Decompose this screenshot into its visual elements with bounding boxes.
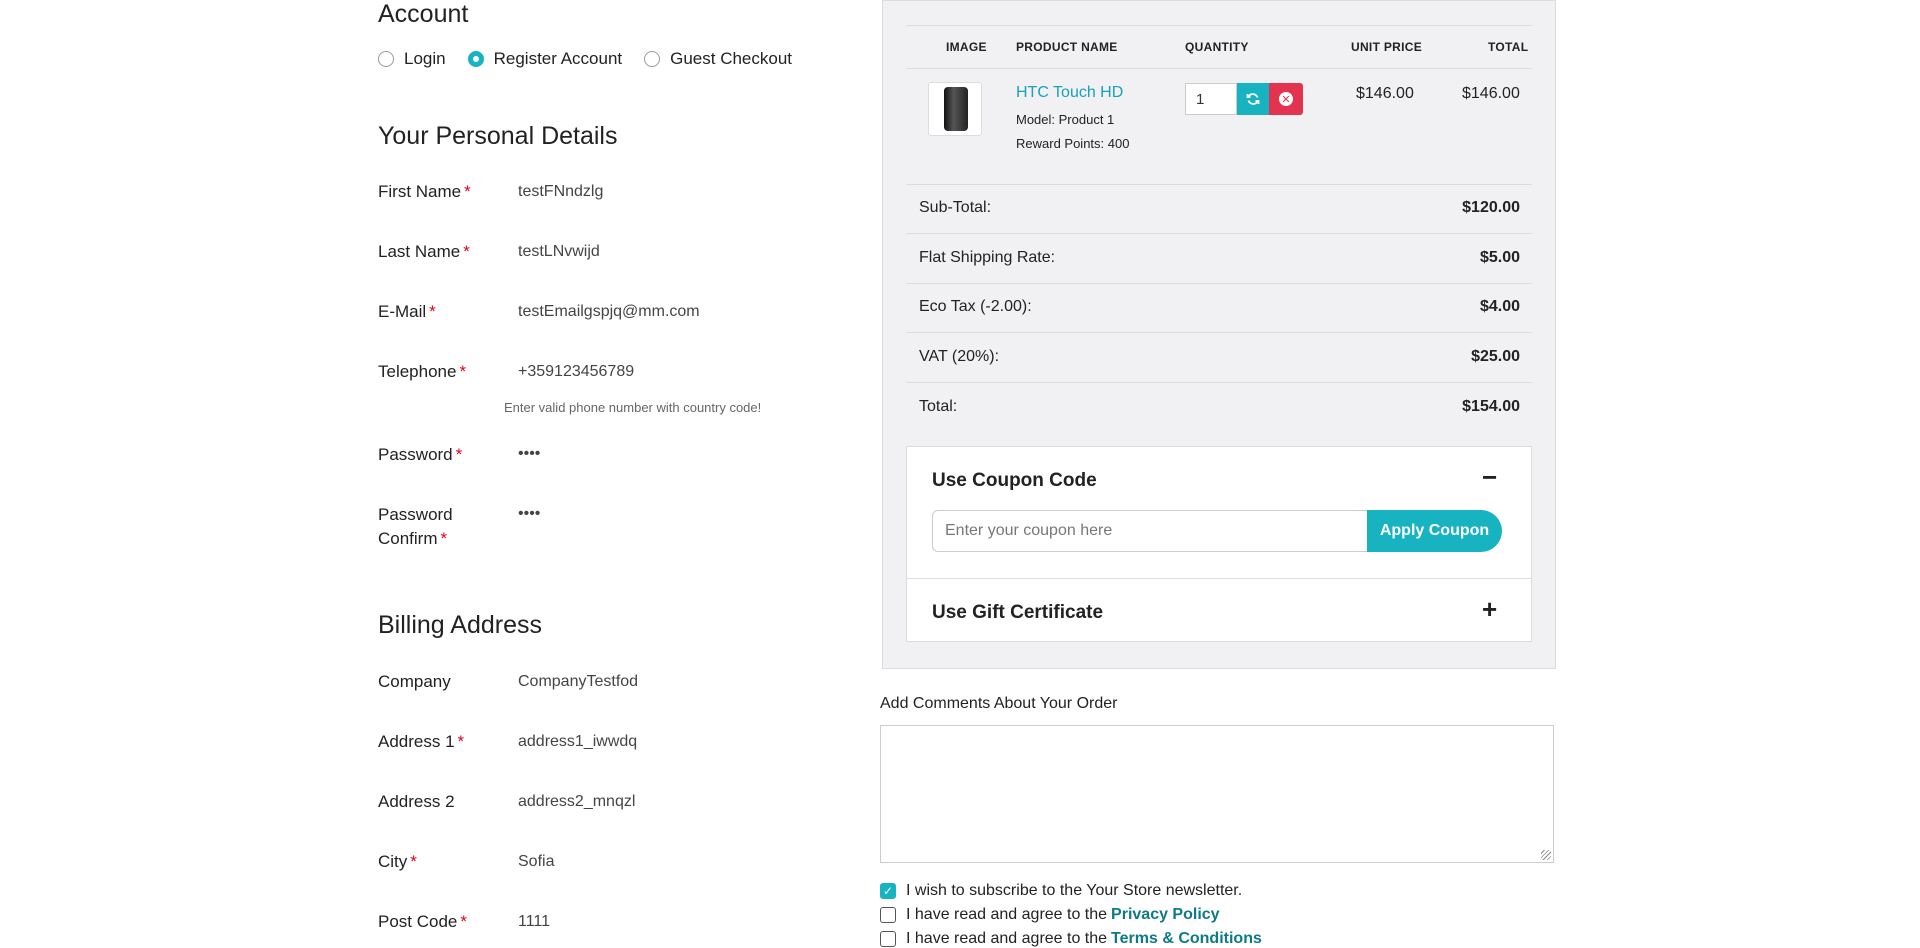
post-code-field[interactable]: 1111: [518, 913, 550, 931]
address1-label: Address 1 *: [378, 732, 465, 751]
product-model: Model: Product 1: [1016, 112, 1115, 127]
terms-checkbox[interactable]: [880, 931, 896, 947]
guest-checkout-radio-label[interactable]: Guest Checkout: [670, 49, 792, 69]
password-field[interactable]: ••••: [518, 445, 540, 463]
gift-certificate-accordion-title[interactable]: Use Gift Certificate: [932, 602, 1103, 624]
email-field[interactable]: testEmailgspjq@mm.com: [518, 303, 700, 321]
privacy-agreement: I have read and agree to the Privacy Pol…: [880, 906, 1220, 924]
last-name-label: Last Name *: [378, 242, 470, 261]
address2-label: Address 2: [378, 792, 455, 811]
first-name-label: First Name *: [378, 182, 471, 201]
eco-tax-label: Eco Tax (-2.00):: [919, 298, 1032, 315]
telephone-field[interactable]: +359123456789: [518, 363, 634, 381]
vat-label: VAT (20%):: [919, 348, 1000, 365]
unit-price-value: $146.00: [1356, 85, 1414, 102]
guest-checkout-radio[interactable]: [644, 51, 661, 67]
first-name-field[interactable]: testFNndzlg: [518, 183, 603, 201]
refresh-icon: [1246, 93, 1260, 105]
remove-item-button[interactable]: ✕: [1269, 83, 1303, 115]
privacy-checkbox[interactable]: [880, 907, 896, 923]
login-radio[interactable]: [378, 51, 394, 67]
coupon-input[interactable]: [932, 510, 1368, 552]
telephone-label: Telephone *: [378, 362, 467, 381]
update-quantity-button[interactable]: [1237, 83, 1269, 115]
address1-field[interactable]: address1_iwwdq: [518, 733, 637, 751]
account-title: Account: [378, 0, 469, 28]
row-divider: [906, 184, 1532, 185]
quantity-input[interactable]: [1185, 83, 1237, 115]
city-label: City *: [378, 852, 417, 871]
total-label: Total:: [919, 398, 958, 415]
product-thumbnail[interactable]: [928, 82, 982, 136]
billing-address-title: Billing Address: [378, 611, 542, 639]
newsletter-checkbox[interactable]: ✓: [880, 883, 896, 899]
product-reward-points: Reward Points: 400: [1016, 136, 1130, 151]
header-total: TOTAL: [1488, 40, 1529, 54]
vat-value: $25.00: [1471, 348, 1520, 365]
login-radio-label[interactable]: Login: [404, 49, 446, 69]
company-field[interactable]: CompanyTestfod: [518, 673, 638, 691]
email-label: E-Mail *: [378, 302, 436, 321]
row-divider: [906, 332, 1532, 333]
terms-text: I have read and agree to the: [906, 930, 1108, 947]
register-account-radio[interactable]: [467, 51, 484, 67]
password-confirm-label: Password Confirm *: [378, 505, 453, 548]
telephone-help-text: Enter valid phone number with country co…: [504, 400, 762, 415]
terms-conditions-link[interactable]: Terms & Conditions: [1111, 930, 1262, 948]
password-confirm-field[interactable]: ••••: [518, 505, 540, 523]
privacy-text: I have read and agree to the: [906, 906, 1108, 923]
subtotal-value: $120.00: [1462, 199, 1520, 216]
header-quantity: QUANTITY: [1185, 40, 1249, 54]
terms-agreement: I have read and agree to the Terms & Con…: [880, 930, 1262, 948]
row-divider: [906, 382, 1532, 383]
resize-handle-icon[interactable]: [1541, 850, 1551, 860]
shipping-label: Flat Shipping Rate:: [919, 249, 1056, 266]
last-name-field[interactable]: testLNvwijd: [518, 243, 600, 261]
phone-image: [944, 87, 968, 131]
collapse-minus-icon[interactable]: −: [1482, 462, 1497, 493]
privacy-policy-link[interactable]: Privacy Policy: [1111, 906, 1220, 924]
shipping-value: $5.00: [1479, 249, 1520, 266]
row-divider: [906, 233, 1532, 234]
post-code-label: Post Code *: [378, 912, 468, 931]
apply-coupon-button[interactable]: Apply Coupon: [1367, 510, 1502, 552]
product-name-link[interactable]: HTC Touch HD: [1016, 84, 1123, 102]
header-unit-price: UNIT PRICE: [1351, 40, 1423, 54]
account-type-options: Login Register Account Guest Checkout: [378, 49, 814, 69]
newsletter-agreement: ✓ I wish to subscribe to the Your Store …: [880, 882, 1242, 900]
expand-plus-icon[interactable]: +: [1482, 594, 1497, 625]
header-image: IMAGE: [946, 40, 987, 54]
accordion-divider: [906, 578, 1532, 579]
password-label: Password *: [378, 445, 463, 464]
address2-field[interactable]: address2_mnqzl: [518, 793, 635, 811]
coupon-accordion-title[interactable]: Use Coupon Code: [932, 470, 1097, 492]
subtotal-label: Sub-Total:: [919, 199, 992, 216]
personal-details-title: Your Personal Details: [378, 122, 618, 150]
company-label: Company: [378, 672, 451, 691]
table-header-border: [906, 68, 1532, 69]
register-account-radio-label[interactable]: Register Account: [494, 49, 623, 69]
total-value: $154.00: [1462, 398, 1520, 415]
header-product-name: PRODUCT NAME: [1016, 40, 1118, 54]
comments-label: Add Comments About Your Order: [880, 695, 1118, 712]
line-total-value: $146.00: [1462, 85, 1520, 102]
eco-tax-value: $4.00: [1479, 298, 1520, 315]
newsletter-text: I wish to subscribe to the Your Store ne…: [906, 882, 1243, 899]
table-top-border: [906, 25, 1532, 26]
comments-textarea[interactable]: [880, 725, 1554, 863]
city-field[interactable]: Sofia: [518, 853, 554, 871]
row-divider: [906, 283, 1532, 284]
close-circle-icon: ✕: [1279, 92, 1293, 106]
